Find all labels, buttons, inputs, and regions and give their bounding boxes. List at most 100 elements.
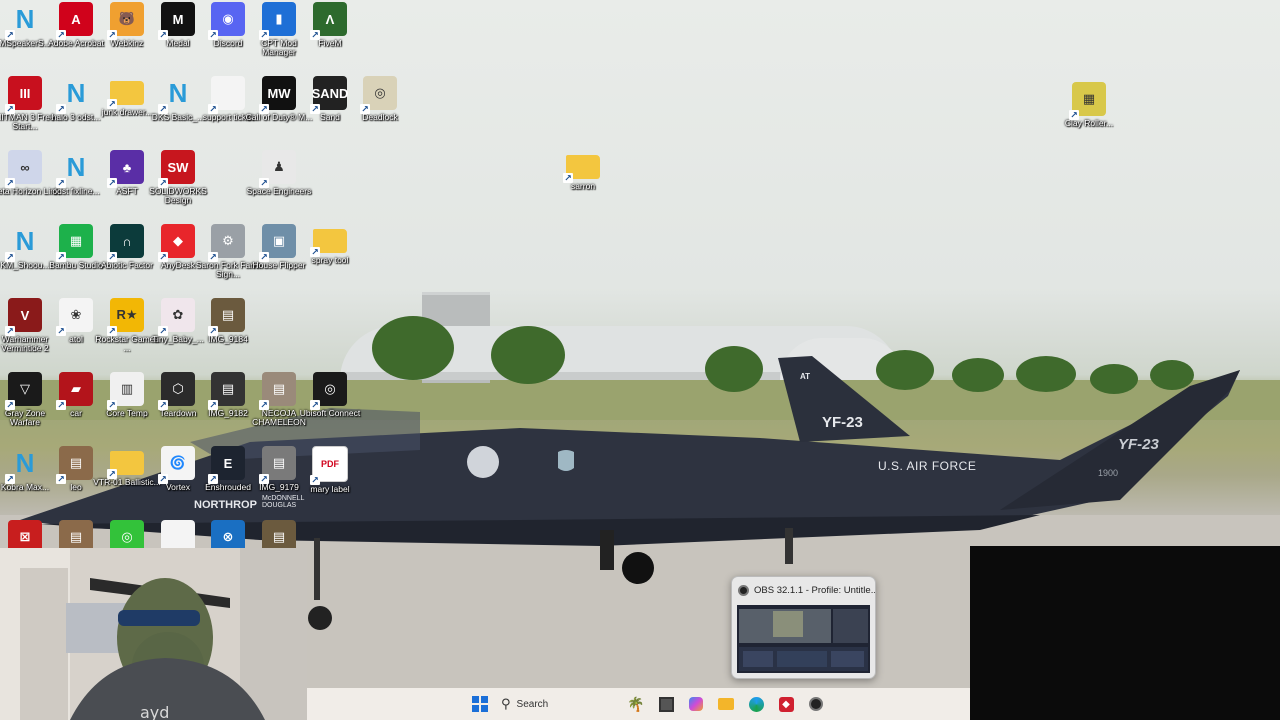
palm-tree-icon: 🌴 xyxy=(627,695,645,712)
desktop-icon[interactable]: ◎Ubisoft Connect xyxy=(295,372,365,442)
edge-button[interactable] xyxy=(743,691,769,717)
desktop-icon[interactable]: ◎Deadlock xyxy=(345,76,415,146)
webcam-overlay: ayd xyxy=(0,548,307,720)
task-view-button[interactable] xyxy=(653,691,679,717)
search-placeholder: Search xyxy=(516,698,549,710)
obs-preview-title-text: OBS 32.1.1 - Profile: Untitle... xyxy=(754,584,875,596)
image-thumbnail-icon: ▤ xyxy=(259,372,296,410)
desktop-icon[interactable]: ▦Clay Roller... xyxy=(1054,82,1124,152)
hitman-3-icon: III xyxy=(5,76,42,114)
search-icon: ⚲ xyxy=(501,696,511,711)
edge-icon xyxy=(748,696,764,712)
task-view-icon xyxy=(658,696,674,712)
vortex-icon: 🌀 xyxy=(158,446,195,484)
image-thumbnail-icon: ▤ xyxy=(208,298,245,336)
abiotic-factor-icon: ∩ xyxy=(107,224,144,262)
image-thumbnail-icon: ▰ xyxy=(56,372,93,410)
widgets-button[interactable]: 🌴 xyxy=(623,691,649,717)
taskbar: ⚲ Search 🌴 ◆ xyxy=(307,688,970,720)
blue-n-shortcut-icon: N xyxy=(56,76,93,114)
jet-tail-marking-2: YF-23 xyxy=(1118,436,1159,453)
sand-icon: SAND xyxy=(310,76,348,114)
bambu-studio-icon: ▦ xyxy=(56,224,93,262)
blue-n-shortcut-icon: N xyxy=(5,446,42,484)
folder-icon xyxy=(718,698,734,710)
desktop-icon[interactable]: ΛFiveM xyxy=(295,2,365,72)
desktop-icon-label: FiveM xyxy=(318,38,342,48)
gear-icon: ⚙ xyxy=(208,224,245,262)
folder-icon xyxy=(310,229,347,257)
red-app-icon: ◆ xyxy=(778,696,794,712)
jet-body-marking: U.S. AIR FORCE xyxy=(878,459,977,473)
desktop-icon-label: Space Engineers xyxy=(246,186,312,196)
image-thumbnail-icon: ▤ xyxy=(56,446,93,484)
desktop-icon-label: Deadlock xyxy=(362,112,398,122)
desktop-icon[interactable]: ▤IMG_9184 xyxy=(193,298,263,368)
adobe-acrobat-icon: A xyxy=(56,2,93,40)
medal-icon: M xyxy=(158,2,195,40)
enshrouded-icon: E xyxy=(208,446,245,484)
core-temp-icon: ▥ xyxy=(107,372,144,410)
rockstar-games-icon: R★ xyxy=(107,298,144,336)
desktop-icon-label: spray tool xyxy=(311,255,349,265)
ubisoft-connect-icon: ◎ xyxy=(310,372,347,410)
copilot-icon xyxy=(689,697,703,711)
svg-text:ayd: ayd xyxy=(140,703,169,720)
obs-icon xyxy=(809,697,823,711)
black-overlay-panel xyxy=(970,546,1280,720)
desktop-icon-label: sarron xyxy=(570,181,596,191)
discord-icon: ◉ xyxy=(208,2,245,40)
desktop-icon-label: mary label xyxy=(310,484,350,494)
webkinz-bear-icon: 🐻 xyxy=(107,2,144,40)
folder-icon xyxy=(107,81,144,109)
blue-n-shortcut-icon: N xyxy=(5,224,42,262)
jet-tail-logo: AT xyxy=(800,372,811,381)
deadlock-icon: ◎ xyxy=(360,76,397,114)
obs-taskbar-preview[interactable]: OBS 32.1.1 - Profile: Untitle... xyxy=(731,576,876,679)
teardown-icon: ⬡ xyxy=(158,372,195,410)
asft-icon: ♣ xyxy=(107,150,144,188)
clay-roller-icon: ▦ xyxy=(1069,82,1106,120)
desktop-icon[interactable]: PDFmary label xyxy=(295,446,365,516)
desktop-icon[interactable]: sarron xyxy=(548,150,618,220)
red-app-button[interactable]: ◆ xyxy=(773,691,799,717)
obs-preview-thumbnail xyxy=(737,605,870,673)
obs-button[interactable] xyxy=(803,691,829,717)
jet-serial-marking: 1900 xyxy=(1098,468,1119,478)
jet-tail-marking: YF-23 xyxy=(822,414,863,431)
desktop-icon-label: Ubisoft Connect xyxy=(299,408,361,418)
obs-preview-title: OBS 32.1.1 - Profile: Untitle... xyxy=(732,577,875,603)
fivem-icon: Λ xyxy=(310,2,347,40)
house-flipper-icon: ▣ xyxy=(259,224,296,262)
windows-logo-icon xyxy=(472,696,488,712)
document-icon xyxy=(208,76,245,114)
tiny-baby-icon: ✿ xyxy=(158,298,195,336)
image-thumbnail-icon: ▤ xyxy=(259,446,296,484)
webcam-feed: ayd xyxy=(0,548,307,720)
start-button[interactable] xyxy=(467,691,493,717)
call-of-duty-icon: MW xyxy=(259,76,296,114)
desktop-icon[interactable]: spray tool xyxy=(295,224,365,294)
image-thumbnail-icon: ▤ xyxy=(208,372,245,410)
desktop-icon[interactable]: ♟Space Engineers xyxy=(244,150,314,220)
blue-n-shortcut-icon: N xyxy=(56,150,93,188)
taskbar-search-box[interactable]: ⚲ Search xyxy=(501,692,621,716)
folder-icon xyxy=(107,451,144,479)
desktop-icon-label: Clay Roller... xyxy=(1064,118,1114,128)
space-engineers-icon: ♟ xyxy=(259,150,296,188)
anydesk-icon: ◆ xyxy=(158,224,195,262)
pdf-file-icon: PDF xyxy=(310,446,348,485)
obs-icon xyxy=(738,584,749,596)
gray-zone-warfare-icon: ▽ xyxy=(5,372,42,410)
file-explorer-button[interactable] xyxy=(713,691,739,717)
desktop-icon-label: SOLIDWORKS Design xyxy=(149,186,207,205)
folder-icon xyxy=(563,155,600,183)
meta-horizon-icon: ∞ xyxy=(5,150,42,188)
solidworks-icon: SW xyxy=(158,150,195,188)
desktop-icon[interactable]: SWSOLIDWORKS Design xyxy=(143,150,213,220)
vermintide-icon: V xyxy=(5,298,42,336)
copilot-button[interactable] xyxy=(683,691,709,717)
cpt-mod-manager-icon: ▮ xyxy=(259,2,296,40)
atol-icon: ❀ xyxy=(56,298,93,336)
blue-n-shortcut-icon: N xyxy=(158,76,195,114)
